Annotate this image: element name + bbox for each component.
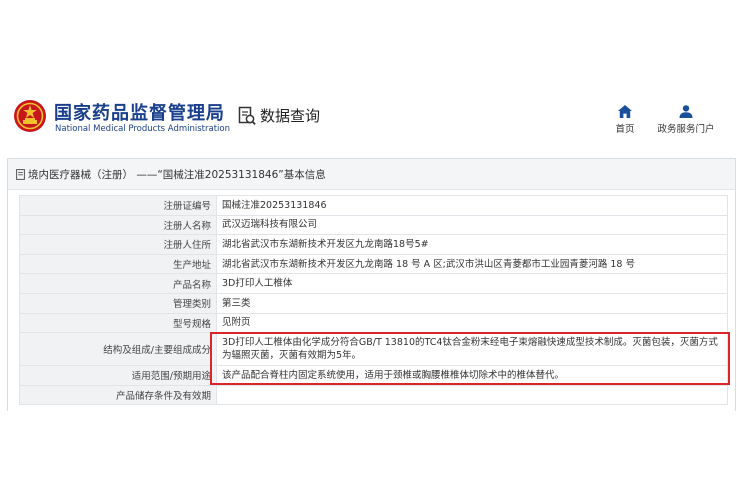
table-row: 注册证编号 国械注准20253131846 <box>19 195 728 216</box>
national-emblem-icon <box>14 100 46 132</box>
user-icon <box>679 105 693 118</box>
field-label: 注册人住所 <box>19 234 217 255</box>
nav-gov-service-portal[interactable]: 政务服务门户 <box>657 105 715 135</box>
field-label: 生产地址 <box>19 253 217 275</box>
table-row: 生产地址 湖北省武汉市东湖新技术开发区九龙南路 18 号 A 区;武汉市洪山区青… <box>19 253 728 275</box>
table-row: 管理类别 第三类 <box>19 292 728 314</box>
search-document-icon <box>238 106 256 125</box>
site-header: 国家药品监督管理局 National Medical Products Admi… <box>0 88 737 150</box>
field-value: 湖北省武汉市东湖新技术开发区九龙南路 18 号 A 区;武汉市洪山区青菱都市工业… <box>216 253 728 275</box>
table-row: 适用范围/预期用途 该产品配合脊柱内固定系统使用，适用于颈椎或胸腰椎椎体切除术中… <box>19 365 728 386</box>
field-value: 见附页 <box>216 312 728 334</box>
panel-header: 境内医疗器械（注册） ——“国械注准20253131846”基本信息 <box>8 159 735 190</box>
field-value: 3D打印人工椎体由化学成分符合GB/T 13810的TC4钛合金粉末经电子束熔融… <box>216 332 728 367</box>
table-row: 结构及组成/主要组成成分 3D打印人工椎体由化学成分符合GB/T 13810的T… <box>19 332 728 367</box>
data-query-link[interactable]: 数据查询 <box>238 105 320 126</box>
field-value: 湖北省武汉市东湖新技术开发区九龙南路18号5# <box>216 234 728 255</box>
registration-table: 注册证编号 国械注准20253131846 注册人名称 武汉迈瑞科技有限公司 注… <box>19 195 728 406</box>
home-icon <box>618 105 632 118</box>
field-value <box>216 384 728 406</box>
field-value: 3D打印人工椎体 <box>216 273 728 294</box>
field-value: 第三类 <box>216 292 728 314</box>
org-name-en[interactable]: National Medical Products Administration <box>55 124 230 134</box>
table-row: 产品储存条件及有效期 <box>19 384 728 406</box>
field-label: 管理类别 <box>19 292 217 314</box>
table-row: 注册人名称 武汉迈瑞科技有限公司 <box>19 214 728 236</box>
field-label: 型号规格 <box>19 312 217 334</box>
panel-title: 境内医疗器械（注册） ——“国械注准20253131846”基本信息 <box>28 168 326 181</box>
field-label: 注册证编号 <box>19 195 217 216</box>
field-value: 国械注准20253131846 <box>216 195 728 216</box>
field-value: 该产品配合脊柱内固定系统使用，适用于颈椎或胸腰椎椎体切除术中的椎体替代。 <box>216 365 728 386</box>
field-label: 注册人名称 <box>19 214 217 236</box>
document-icon <box>16 168 25 180</box>
field-label: 产品储存条件及有效期 <box>19 384 217 406</box>
org-name-cn[interactable]: 国家药品监督管理局 <box>54 99 225 125</box>
data-query-label: 数据查询 <box>260 107 321 125</box>
nav-home-label: 首页 <box>615 124 635 135</box>
table-row: 型号规格 见附页 <box>19 312 728 334</box>
field-label: 适用范围/预期用途 <box>19 365 217 386</box>
nav-gov-label: 政务服务门户 <box>657 124 715 135</box>
field-value: 武汉迈瑞科技有限公司 <box>216 214 728 236</box>
table-row: 注册人住所 湖北省武汉市东湖新技术开发区九龙南路18号5# <box>19 234 728 255</box>
nav-home[interactable]: 首页 <box>614 105 636 135</box>
table-row: 产品名称 3D打印人工椎体 <box>19 273 728 294</box>
field-label: 结构及组成/主要组成成分 <box>19 332 217 367</box>
field-label: 产品名称 <box>19 273 217 294</box>
registration-info-panel: 境内医疗器械（注册） ——“国械注准20253131846”基本信息 注册证编号… <box>7 158 736 411</box>
